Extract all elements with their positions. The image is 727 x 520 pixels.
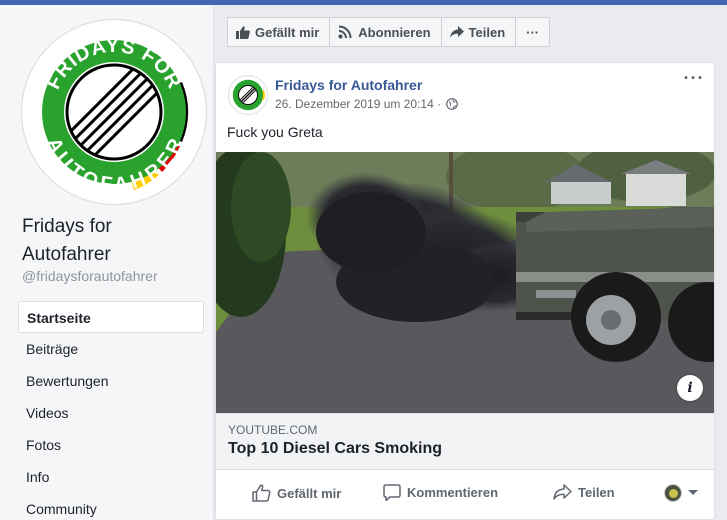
- more-dots-icon: ···: [526, 24, 540, 40]
- fridays-for-autofahrer-logo: FRIDAYS FOR AUTOFAHRER: [28, 26, 200, 198]
- post-comment-label: Kommentieren: [407, 485, 499, 500]
- like-page-button[interactable]: Gefällt mir: [228, 18, 331, 46]
- nav-item-info[interactable]: Info: [18, 461, 204, 493]
- subscribe-button[interactable]: Abonnieren: [330, 18, 442, 46]
- nav-item-community[interactable]: Community: [18, 493, 204, 520]
- nav-item-fotos[interactable]: Fotos: [18, 429, 204, 461]
- thumbs-up-outline-icon: [252, 484, 271, 502]
- link-title[interactable]: Top 10 Diesel Cars Smoking: [228, 440, 442, 458]
- nav-item-videos[interactable]: Videos: [18, 397, 204, 429]
- share-icon: [553, 484, 572, 500]
- share-page-button[interactable]: Teilen: [442, 18, 517, 46]
- post-author-avatar[interactable]: [228, 75, 268, 115]
- post-text: Fuck you Greta: [227, 124, 323, 140]
- nav-item-beitraege[interactable]: Beiträge: [18, 333, 204, 365]
- page-name[interactable]: Fridays for Autofahrer: [22, 213, 202, 269]
- page-nav: Startseite Beiträge Bewertungen Videos F…: [18, 301, 204, 520]
- post-options-button[interactable]: ···: [682, 69, 706, 91]
- chevron-down-icon: [688, 490, 698, 495]
- subscribe-label: Abonnieren: [358, 24, 431, 40]
- share-page-label: Teilen: [468, 24, 506, 40]
- globe-icon[interactable]: [446, 98, 459, 110]
- post-share-label: Teilen: [578, 484, 615, 500]
- post-share-button[interactable]: Teilen: [553, 484, 615, 500]
- thumbs-up-icon: [236, 25, 250, 39]
- page-sidebar: FRIDAYS FOR AUTOFAHRER Fridays for Autof…: [0, 5, 214, 520]
- like-page-label: Gefällt mir: [255, 24, 320, 40]
- video-thumbnail[interactable]: i: [216, 152, 714, 413]
- nav-item-bewertungen[interactable]: Bewertungen: [18, 365, 204, 397]
- rss-icon: [338, 25, 352, 39]
- post-author-name[interactable]: Fridays for Autofahrer: [275, 77, 422, 93]
- post-timestamp[interactable]: 26. Dezember 2019 um 20:14 ·: [275, 97, 441, 111]
- post-card: Fridays for Autofahrer 26. Dezember 2019…: [215, 62, 715, 520]
- link-domain: YOUTUBE.COM: [228, 423, 318, 437]
- truck-smoke-image: [216, 152, 714, 413]
- nav-item-startseite[interactable]: Startseite: [18, 301, 204, 333]
- post-like-label: Gefällt mir: [277, 485, 342, 501]
- info-button[interactable]: i: [677, 375, 703, 401]
- author-logo-icon: [229, 76, 267, 114]
- post-meta: 26. Dezember 2019 um 20:14 ·: [275, 97, 459, 111]
- post-action-bar: Gefällt mir Kommentieren Teilen: [216, 469, 714, 519]
- link-preview[interactable]: YOUTUBE.COM Top 10 Diesel Cars Smoking: [216, 413, 714, 469]
- post-as-selector[interactable]: [664, 484, 705, 502]
- page-profile-picture[interactable]: FRIDAYS FOR AUTOFAHRER: [22, 20, 206, 204]
- more-options-button[interactable]: ···: [516, 18, 549, 46]
- page-handle: @fridaysforautofahrer: [22, 268, 158, 284]
- comment-icon: [383, 484, 401, 501]
- post-like-button[interactable]: Gefällt mir: [252, 484, 341, 502]
- page-action-bar: Gefällt mir Abonnieren Teilen ···: [227, 17, 551, 47]
- post-comment-button[interactable]: Kommentieren: [383, 484, 498, 501]
- share-arrow-icon: [449, 26, 464, 38]
- user-avatar: [664, 484, 682, 502]
